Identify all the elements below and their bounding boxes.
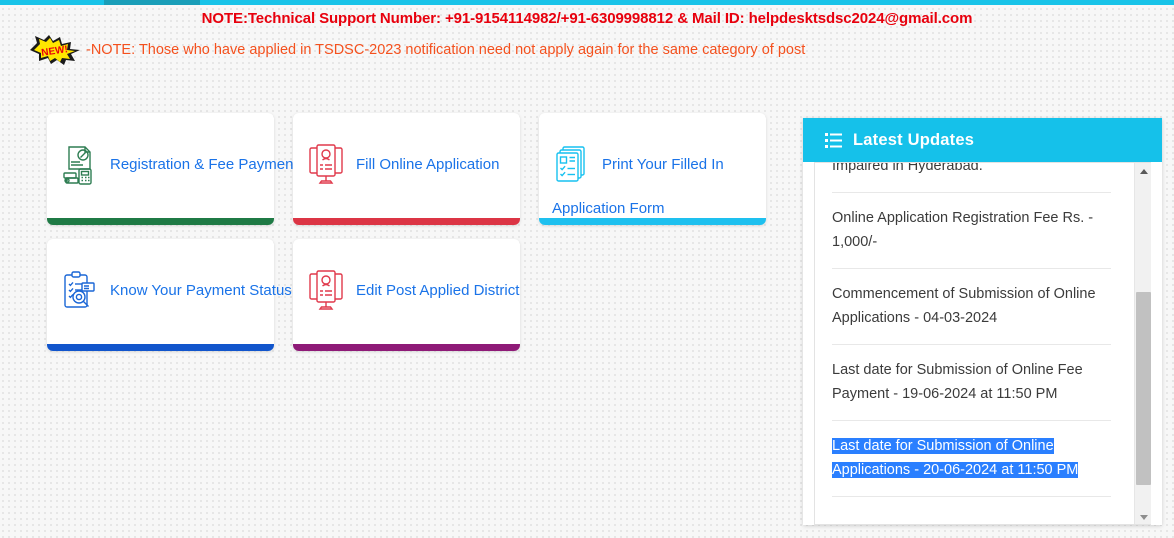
card-accent-bar [293,218,520,225]
chevron-down-icon [1139,515,1148,520]
online-application-monitor-icon [306,143,346,187]
quick-links-row-1: Registration & Fee Payment Fill Online A… [47,113,787,225]
reapply-notice-text: -NOTE: Those who have applied in TSDSC-2… [86,42,806,58]
card-content: Know Your Payment Status [60,269,300,313]
latest-updates-scrollport[interactable]: Schools for the Visually and Hearing Imp… [815,163,1128,524]
new-badge-icon: NEW! [28,35,84,65]
latest-updates-panel: Latest Updates Schools for the Visually … [803,118,1162,525]
list-item[interactable]: Last date for Submission of Online Fee P… [832,345,1111,421]
top-accent-bar [0,0,1174,5]
top-tab-segment [104,0,200,5]
quick-links-grid: Registration & Fee Payment Fill Online A… [47,113,787,365]
notice-block: NOTE:Technical Support Number: +91-91541… [0,9,1174,65]
card-accent-bar [47,344,274,351]
card-content: Fill Online Application [306,143,546,187]
list-item[interactable]: Schools for the Visually and Hearing Imp… [832,163,1111,193]
card-know-your-payment-status[interactable]: Know Your Payment Status [47,239,292,351]
payment-status-clipboard-icon [60,269,100,313]
chevron-up-icon [1139,169,1148,174]
card-content: Registration & Fee Payment [60,143,300,187]
scrollbar-thumb[interactable] [1136,292,1151,485]
list-item[interactable]: Commencement of Submission of Online App… [832,269,1111,345]
card-print-application-form[interactable]: Print Your Filled In Application Form [539,113,766,225]
card-edit-post-applied-district[interactable]: Edit Post Applied District [293,239,520,351]
scroll-down-button[interactable] [1135,509,1151,524]
card-label: Registration & Fee Payment [110,156,298,173]
card-registration-fee-payment[interactable]: Registration & Fee Payment [47,113,298,225]
quick-links-row-2: Know Your Payment Status Edit Post Appli… [47,239,787,351]
card-label: Know Your Payment Status [110,282,292,299]
card-label: Edit Post Applied District [356,282,520,299]
edit-district-monitor-icon [306,269,346,313]
scroll-up-button[interactable] [1135,163,1151,180]
reapply-notice-row: NEW! -NOTE: Those who have applied in TS… [0,35,1174,65]
list-item[interactable]: Online Application Registration Fee Rs. … [832,193,1111,269]
card-content: Edit Post Applied District [306,269,546,313]
latest-updates-body: Schools for the Visually and Hearing Imp… [814,162,1151,525]
latest-updates-scrollbar[interactable] [1134,163,1151,524]
latest-updates-title: Latest Updates [853,130,975,149]
card-accent-bar [47,218,274,225]
registration-fee-icon [60,143,100,187]
card-label: Fill Online Application [356,156,500,173]
list-item-selected[interactable]: Last date for Submission of Online Appli… [832,421,1111,497]
latest-updates-header: Latest Updates [803,118,1162,162]
card-accent-bar [293,344,520,351]
latest-updates-list: Schools for the Visually and Hearing Imp… [815,163,1128,497]
list-icon [825,132,842,149]
card-accent-bar [539,218,766,225]
print-documents-icon [552,143,592,187]
card-fill-online-application[interactable]: Fill Online Application [293,113,520,225]
technical-support-notice: NOTE:Technical Support Number: +91-91541… [201,10,973,27]
